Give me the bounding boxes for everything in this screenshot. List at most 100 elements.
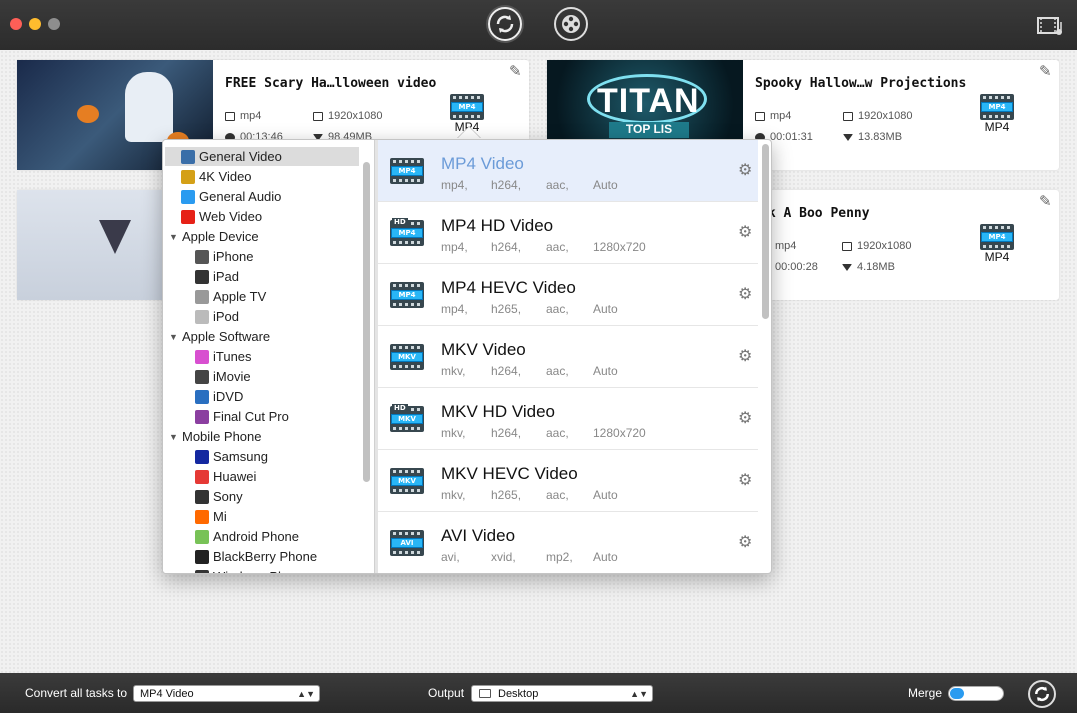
download-icon	[843, 133, 853, 141]
pencil-icon[interactable]: ✎	[1039, 192, 1052, 210]
blackberry-icon	[195, 549, 209, 564]
category-idvd[interactable]: iDVD	[165, 387, 359, 406]
task-card-details[interactable]: ek A Boo Penny mp4 1920x1080 00:00:28 4.…	[760, 190, 1059, 300]
resolution-meta: 1920x1080	[843, 110, 912, 122]
category-label: iPhone	[213, 249, 254, 264]
category-label: General Video	[199, 149, 282, 164]
disclosure-triangle-icon[interactable]: ▼	[168, 232, 179, 242]
format-name: MKV HEVC Video	[441, 464, 578, 483]
zoom-window-button[interactable]	[48, 18, 60, 30]
convert-all-button[interactable]	[1028, 680, 1056, 708]
gear-icon[interactable]: ⚙	[738, 408, 752, 428]
category-blackberry-phone[interactable]: BlackBerry Phone	[165, 547, 359, 566]
close-window-button[interactable]	[10, 18, 22, 30]
format-row[interactable]: MKV HD MKV HD Video mkv, h264, aac, 1280x720 ⚙	[378, 388, 758, 450]
format-name: MKV HD Video	[441, 402, 556, 421]
output-format-button[interactable]: MP4 MP4	[972, 94, 1022, 134]
format-row[interactable]: MP4 MP4 HEVC Video mp4, h265, aac, Auto ⚙	[378, 264, 758, 326]
output-folder-select[interactable]: Desktop ▲▼	[471, 685, 653, 702]
category-label: iDVD	[213, 389, 244, 404]
category-android-phone[interactable]: Android Phone	[165, 527, 359, 546]
youtube-icon	[181, 209, 195, 224]
gear-icon[interactable]: ⚙	[738, 160, 752, 180]
disclosure-triangle-icon[interactable]: ▼	[168, 332, 179, 342]
format-row[interactable]: MP4 MP4 Video mp4, h264, aac, Auto ⚙	[378, 140, 758, 202]
format-row[interactable]: MKV MKV Video mkv, h264, aac, Auto ⚙	[378, 326, 758, 388]
merge-toggle[interactable]	[948, 686, 1004, 701]
format-spec: Auto	[593, 178, 618, 192]
category-iphone[interactable]: iPhone	[165, 247, 359, 266]
category-general-audio[interactable]: General Audio	[165, 187, 359, 206]
format-spec: aac,	[546, 364, 569, 378]
film-format-icon: MP4	[980, 94, 1014, 120]
format-spec: xvid,	[491, 550, 516, 564]
title-bar	[0, 0, 1077, 50]
category-label: Web Video	[199, 209, 263, 224]
film-reel-icon	[562, 15, 580, 33]
format-spec: Auto	[593, 488, 618, 502]
category-huawei[interactable]: Huawei	[165, 467, 359, 486]
category-label: Samsung	[213, 449, 268, 464]
category-general-video[interactable]: General Video	[165, 147, 359, 166]
category-itunes[interactable]: iTunes	[165, 347, 359, 366]
format-name: MKV Video	[441, 340, 526, 359]
output-format-button[interactable]: MP4 MP4	[972, 224, 1022, 264]
category-imovie[interactable]: iMovie	[165, 367, 359, 386]
media-browser-button[interactable]	[1036, 14, 1064, 43]
category-label: Apple Software	[182, 329, 271, 344]
category-scrollbar[interactable]	[363, 162, 370, 482]
idvd-icon	[195, 389, 209, 404]
ipad-icon	[195, 269, 209, 284]
format-scrollbar[interactable]	[762, 144, 769, 319]
category-list[interactable]: General Video 4K Video General Audio Web Vi…	[163, 140, 374, 573]
task-title: FREE Scary Ha…lloween video	[225, 76, 437, 91]
category-final-cut-pro[interactable]: Final Cut Pro	[165, 407, 359, 426]
category-windows-phone[interactable]: Windows Phone	[165, 567, 359, 573]
category-ipod[interactable]: iPod	[165, 307, 359, 326]
film-format-icon: MKV HD	[390, 404, 424, 432]
gear-icon[interactable]: ⚙	[738, 346, 752, 366]
format-list[interactable]: MP4 MP4 Video mp4, h264, aac, Auto ⚙ MP4 HD MP4 H…	[378, 140, 771, 573]
category-mi[interactable]: Mi	[165, 507, 359, 526]
format-spec: h265,	[491, 302, 522, 316]
disclosure-triangle-icon[interactable]: ▼	[168, 432, 179, 442]
category-apple-software[interactable]: ▼ Apple Software	[165, 327, 359, 346]
convert-tab-button[interactable]	[488, 7, 522, 41]
minimize-window-button[interactable]	[29, 18, 41, 30]
gear-icon[interactable]: ⚙	[738, 284, 752, 304]
convert-all-select[interactable]: MP4 Video ▲▼	[133, 685, 320, 702]
iphone-icon	[195, 249, 209, 264]
category-mobile-phone[interactable]: ▼ Mobile Phone	[165, 427, 359, 446]
category-samsung[interactable]: Samsung	[165, 447, 359, 466]
format-spec: mkv,	[441, 364, 466, 378]
music-note-icon	[181, 189, 195, 204]
category-web-video[interactable]: Web Video	[165, 207, 359, 226]
format-spec: 1280x720	[593, 240, 646, 254]
category-apple-tv[interactable]: Apple TV	[165, 287, 359, 306]
gear-icon[interactable]: ⚙	[738, 470, 752, 490]
toolbox-tab-button[interactable]	[554, 7, 588, 41]
category-sony[interactable]: Sony	[165, 487, 359, 506]
gear-icon[interactable]: ⚙	[738, 222, 752, 242]
folder-icon	[479, 689, 491, 698]
format-spec: aac,	[546, 488, 569, 502]
format-row[interactable]: AVI AVI Video avi, xvid, mp2, Auto ⚙	[378, 512, 758, 573]
format-spec: h264,	[491, 240, 522, 254]
toggle-knob	[950, 688, 964, 699]
category-4k-video[interactable]: 4K Video	[165, 167, 359, 186]
pencil-icon[interactable]: ✎	[509, 62, 522, 80]
format-picker-popover: General Video 4K Video General Audio Web Vi…	[162, 139, 772, 574]
format-name: AVI Video	[441, 526, 516, 545]
category-ipad[interactable]: iPad	[165, 267, 359, 286]
format-spec: mkv,	[441, 426, 466, 440]
format-row[interactable]: MKV MKV HEVC Video mkv, h265, aac, Auto ⚙	[378, 450, 758, 512]
film-icon	[181, 149, 195, 164]
container-meta: mp4	[225, 110, 261, 122]
pencil-icon[interactable]: ✎	[1039, 62, 1052, 80]
huawei-icon	[195, 469, 209, 484]
category-apple-device[interactable]: ▼ Apple Device	[165, 227, 359, 246]
gear-icon[interactable]: ⚙	[738, 532, 752, 552]
popover-caret	[457, 127, 481, 139]
format-row[interactable]: MP4 HD MP4 HD Video mp4, h264, aac, 1280x720 ⚙	[378, 202, 758, 264]
ipod-icon	[195, 309, 209, 324]
